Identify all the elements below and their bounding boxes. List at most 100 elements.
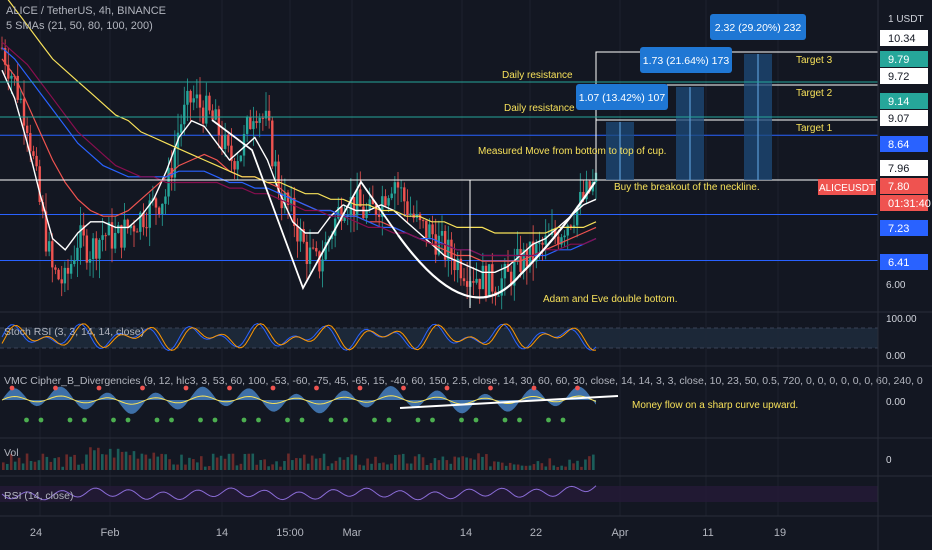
sma-legend[interactable]: 5 SMAs (21, 50, 80, 100, 200) [6, 20, 153, 32]
chart-canvas[interactable]: 1.07 (13.42%) 107 1.73 (21.64%) 173 2.32… [0, 0, 932, 550]
candle-body [60, 279, 63, 284]
candle-body [10, 75, 13, 79]
time-tick: Apr [611, 527, 628, 539]
volume-bar [295, 458, 298, 470]
measured-move-label: Measured Move from bottom to top of cup. [478, 146, 666, 157]
candle-body [19, 98, 23, 100]
candle-body [208, 95, 211, 111]
candle-body [154, 198, 158, 208]
volume-bar [457, 457, 460, 470]
price-tag: 9.72 [888, 71, 909, 83]
candle-body [201, 107, 205, 124]
volume-bar [164, 454, 167, 470]
cipher-dot [24, 417, 29, 423]
candle-body [296, 225, 299, 242]
volume-bar [584, 459, 587, 470]
candle-body [472, 281, 475, 283]
candle-body [399, 187, 403, 189]
candle-body [179, 124, 183, 133]
volume-bar [251, 453, 255, 470]
candle-body [192, 98, 195, 103]
candle-body [428, 224, 431, 238]
volume-bar [101, 454, 104, 470]
volume-bar [160, 453, 163, 470]
volume-bar [322, 453, 326, 470]
candle-body [104, 235, 107, 237]
cipher-dot [67, 417, 73, 423]
volume-bar [568, 459, 571, 470]
candle-body [233, 161, 236, 170]
volume-bar [548, 458, 552, 470]
time-tick: 19 [774, 527, 786, 539]
volume-bar [259, 460, 262, 470]
price-tag: 8.64 [888, 139, 909, 151]
volume-bar [453, 456, 457, 470]
volume-bar [211, 453, 215, 470]
price-tag: 9.07 [888, 113, 909, 125]
volume-bar [231, 453, 235, 470]
candle-body [387, 198, 390, 206]
volume-bar [2, 462, 5, 470]
volume-bar [207, 466, 211, 470]
price-axis[interactable]: 10.34 9.79 9.72 9.14 9.07 8.64 7.96 7.80 01:31:4… [880, 30, 931, 270]
volume-bar [552, 465, 556, 470]
cipher-wave-fill [2, 386, 596, 414]
volume-bar [306, 463, 310, 470]
volume-bar [104, 454, 108, 470]
volume-bar [93, 450, 96, 470]
volume-bar [299, 458, 302, 470]
volume-bar [172, 464, 175, 470]
volume-bar [362, 465, 365, 470]
volume-bar [318, 458, 322, 470]
volume-bar [13, 461, 17, 470]
candle-body [569, 225, 573, 227]
volume-bar [556, 466, 559, 470]
pattern-drawings [0, 51, 879, 308]
volume-bar [203, 466, 207, 470]
volume-bar [330, 463, 334, 470]
volume-bar [116, 448, 120, 470]
candle-body [220, 135, 224, 150]
cipher-dot [212, 417, 218, 423]
vol-tick-0: 0 [886, 455, 892, 466]
volume-bar [65, 454, 68, 470]
volume-bar [489, 466, 492, 470]
price-tag: 9.79 [888, 54, 909, 66]
volume-bar [25, 453, 29, 470]
stoch-tick-100: 100.00 [886, 314, 917, 325]
volume-bar [544, 466, 548, 470]
volume-bar [132, 451, 136, 470]
volume-bar [73, 454, 76, 470]
volume-bar [580, 466, 583, 470]
volume-bar [592, 454, 595, 470]
volume-bar [504, 465, 508, 470]
volume-bar [37, 460, 41, 470]
candle-body [377, 214, 381, 217]
volume-bar [57, 457, 61, 470]
cipher-dot [169, 417, 174, 423]
candle-body [478, 278, 481, 290]
volume-bar [227, 453, 231, 470]
volume-bar [493, 461, 496, 470]
volume-bar [21, 463, 25, 470]
candle-body [491, 264, 494, 292]
volume-bar [49, 461, 53, 470]
volume-bar [394, 455, 397, 470]
volume-bar [144, 454, 148, 470]
volume-bar [588, 456, 591, 470]
candle-body [186, 90, 189, 105]
volume-bar [465, 457, 468, 470]
candle-body [135, 231, 139, 233]
candle-body [421, 220, 425, 222]
time-axis[interactable]: 24 Feb 14 15:00 Mar 14 22 Apr 11 19 [30, 527, 786, 539]
cipher-dots [9, 385, 580, 423]
sma-sma-21 [1, 69, 597, 273]
target-1-label: Target 1 [796, 123, 833, 134]
candle-body [63, 267, 67, 284]
candle-body [79, 225, 82, 248]
candle-body [51, 241, 54, 268]
volume-bar [61, 466, 64, 470]
volume-bar [188, 457, 191, 470]
candle-body [183, 104, 186, 125]
candle-body [462, 278, 466, 282]
